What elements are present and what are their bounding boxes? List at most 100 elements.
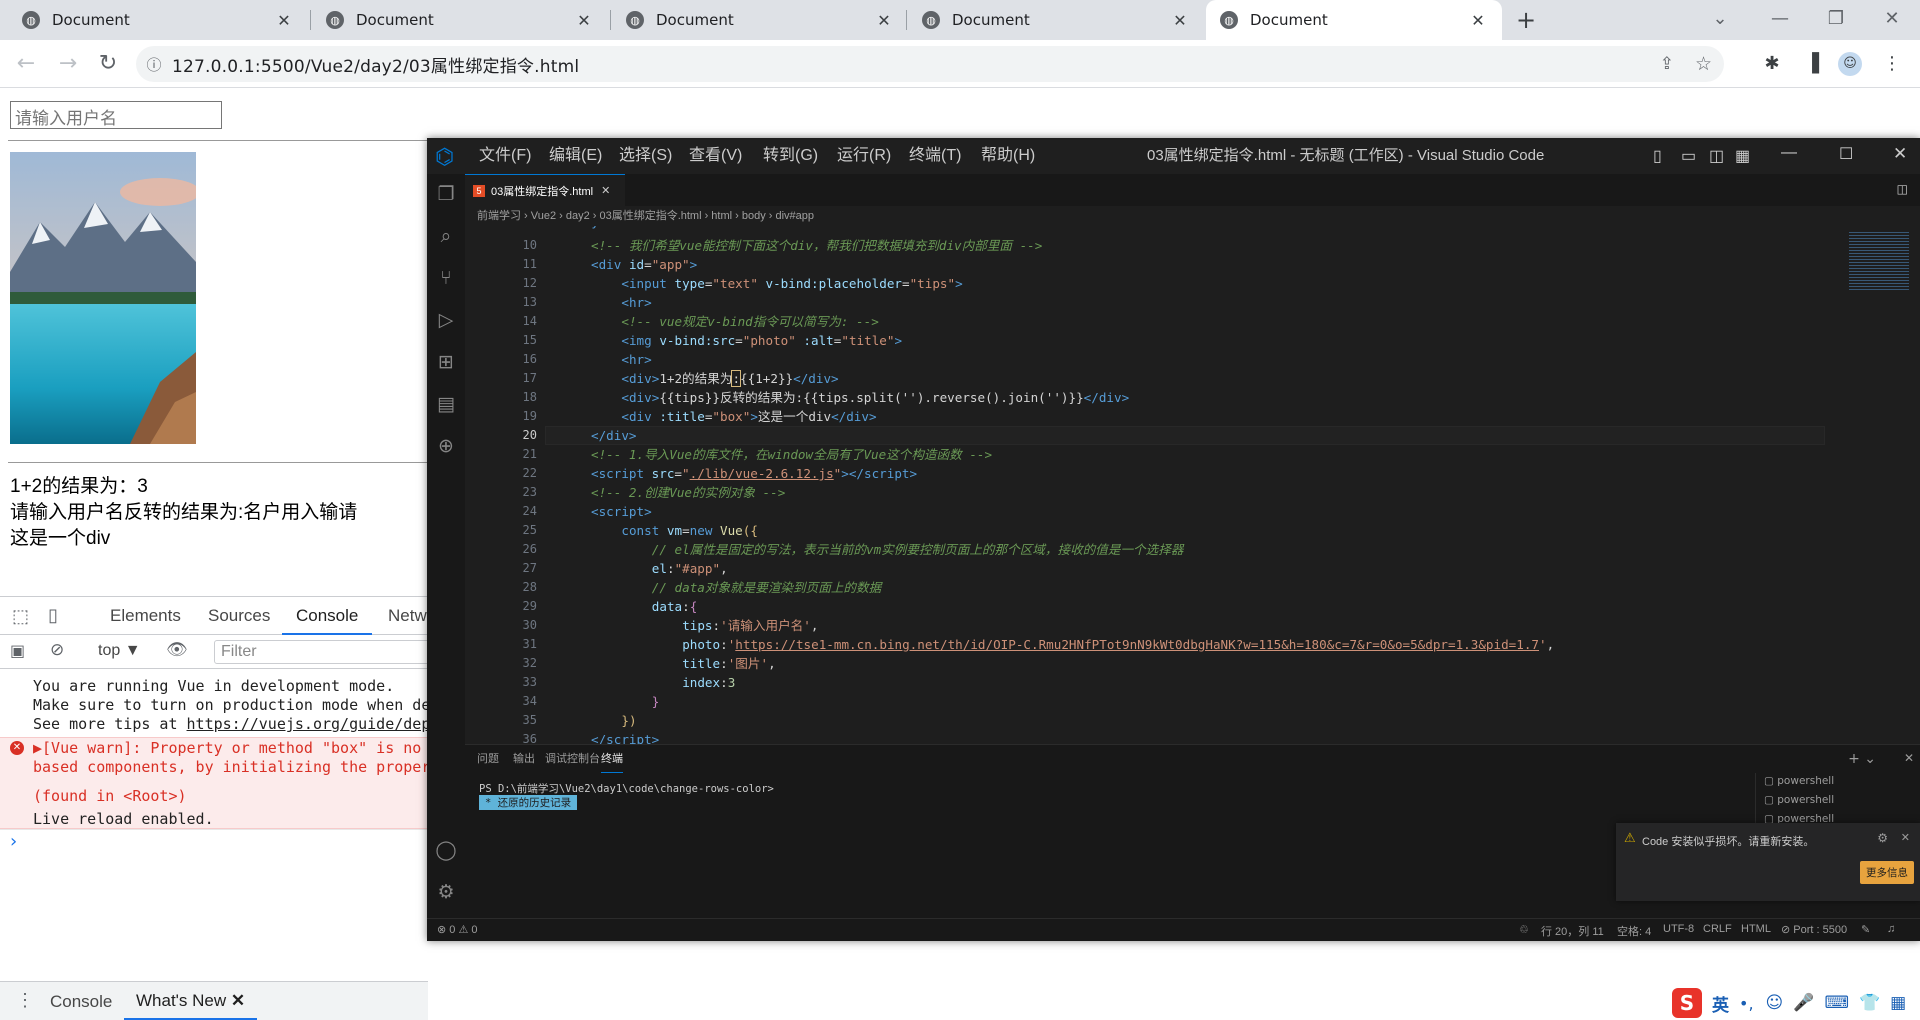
extensions-icon[interactable]: ✱ bbox=[1760, 52, 1784, 76]
close-tab-icon[interactable]: ✕ bbox=[1170, 11, 1190, 30]
code-line[interactable]: <div :title="box">这是一个div</div> bbox=[621, 407, 876, 426]
code-line[interactable]: <script> bbox=[591, 502, 652, 521]
menu-help[interactable]: 帮助(H) bbox=[981, 138, 1035, 174]
browser-tab-5-active[interactable]: ◍ Document ✕ bbox=[1206, 0, 1502, 40]
vs-minimize-button[interactable]: — bbox=[1781, 144, 1797, 162]
source-control-icon[interactable]: ⑂ bbox=[434, 266, 458, 290]
breadcrumb[interactable]: 前端学习 › Vue2 › day2 › 03属性绑定指令.html › htm… bbox=[477, 206, 814, 226]
ime-lang[interactable]: 英 bbox=[1712, 991, 1729, 1016]
code-line[interactable]: <!-- 1.导入Vue的库文件，在window全局有了Vue这个构造函数 --… bbox=[591, 445, 992, 464]
terminal-list-item[interactable]: ▢ powershell bbox=[1764, 775, 1834, 787]
drawer-tab-console[interactable]: Console bbox=[50, 992, 112, 1012]
emoji-icon[interactable]: ☺ bbox=[1766, 993, 1784, 1013]
code-line[interactable]: // data对象就是要渲染到页面上的数据 bbox=[652, 578, 881, 597]
code-line[interactable]: } bbox=[652, 692, 660, 711]
reload-button[interactable]: ↻ bbox=[92, 48, 124, 80]
side-panel-icon[interactable]: ▐ bbox=[1800, 52, 1824, 76]
code-line[interactable]: </script> bbox=[591, 730, 659, 744]
mic-icon[interactable]: 🎤 bbox=[1793, 993, 1814, 1013]
username-input[interactable]: 请输入用户名 bbox=[10, 101, 222, 129]
code-line[interactable]: el:"#app", bbox=[652, 559, 728, 578]
tab-network[interactable]: Netw bbox=[388, 597, 427, 635]
run-debug-icon[interactable]: ▷ bbox=[434, 308, 458, 332]
search-icon[interactable]: ⌕ bbox=[434, 224, 458, 248]
split-editor-icon[interactable]: ◫ bbox=[1897, 182, 1908, 196]
browser-tab-2[interactable]: ◍ Document ✕ bbox=[312, 0, 608, 40]
close-icon[interactable]: ✕ bbox=[231, 991, 245, 1010]
menu-terminal[interactable]: 终端(T) bbox=[909, 138, 961, 174]
code-line[interactable]: <script src="./lib/vue-2.6.12.js"></scri… bbox=[591, 464, 917, 483]
remote-explorer-icon[interactable]: ▤ bbox=[434, 392, 458, 416]
panel-tab-problems[interactable]: 问题 bbox=[477, 745, 499, 773]
clear-console-icon[interactable]: ⊘ bbox=[50, 640, 64, 660]
close-tab-icon[interactable]: ✕ bbox=[601, 184, 610, 197]
drawer-tab-whats-new[interactable]: What's New ✕ bbox=[124, 982, 258, 1020]
menu-file[interactable]: 文件(F) bbox=[479, 138, 531, 174]
bell-icon[interactable]: ♫ bbox=[1887, 923, 1895, 935]
menu-edit[interactable]: 编辑(E) bbox=[549, 138, 602, 174]
inspect-icon[interactable]: ⬚ bbox=[12, 606, 29, 627]
encoding[interactable]: UTF-8 bbox=[1663, 923, 1694, 935]
editor-tab-active[interactable]: 5 03属性绑定指令.html ✕ bbox=[465, 174, 625, 206]
code-line[interactable]: <!-- vue规定v-bind指令可以简写为: --> bbox=[621, 312, 878, 331]
vs-close-button[interactable]: ✕ bbox=[1893, 144, 1907, 164]
account-icon[interactable]: ◯ bbox=[434, 838, 458, 862]
restore-button[interactable]: ❐ bbox=[1806, 0, 1866, 40]
close-tab-icon[interactable]: ✕ bbox=[1468, 11, 1488, 30]
close-window-button[interactable]: ✕ bbox=[1862, 0, 1920, 40]
browser-tab-4[interactable]: ◍ Document ✕ bbox=[908, 0, 1204, 40]
toolbox-icon[interactable]: ▦ bbox=[1890, 993, 1906, 1013]
console-warn-line[interactable]: ▶[Vue warn]: Property or method "box" is… bbox=[0, 739, 428, 758]
more-info-button[interactable]: 更多信息 bbox=[1860, 861, 1914, 884]
menu-icon[interactable]: ⋮ bbox=[1880, 52, 1904, 76]
layout-custom-icon[interactable]: ▦ bbox=[1735, 146, 1750, 166]
console-link[interactable]: https://vuejs.org/guide/dep bbox=[187, 715, 428, 733]
code-line[interactable]: <div>1+2的结果为:{{1+2}}</div> bbox=[621, 369, 839, 388]
layout-sidebar-icon[interactable]: ▯ bbox=[1653, 146, 1662, 166]
code-line[interactable]: <hr> bbox=[621, 293, 651, 312]
panel-tab-debug[interactable]: 调试控制台 bbox=[545, 745, 600, 773]
terminal-list-item[interactable]: ▢ powershell bbox=[1764, 794, 1834, 806]
context-selector[interactable]: top ▼ bbox=[98, 642, 141, 660]
code-line[interactable]: const vm=new Vue({ bbox=[621, 521, 758, 540]
drawer-menu-icon[interactable]: ⋮ bbox=[16, 990, 34, 1011]
console-prompt[interactable]: › bbox=[10, 831, 17, 852]
new-tab-button[interactable]: + bbox=[1510, 4, 1542, 36]
sidebar-toggle-icon[interactable]: ▣ bbox=[10, 641, 25, 660]
extension-view-icon[interactable]: ⊕ bbox=[434, 434, 458, 458]
code-line[interactable]: <hr> bbox=[621, 350, 651, 369]
code-line[interactable]: <div>{{tips}}反转的结果为:{{tips.split('').rev… bbox=[621, 388, 1129, 407]
minimize-button[interactable]: — bbox=[1750, 0, 1810, 40]
panel-close-icon[interactable]: ✕ bbox=[1904, 751, 1914, 765]
indentation[interactable]: 空格: 4 bbox=[1617, 923, 1651, 939]
code-view[interactable]: <body> 10 <!-- 我们希望vue能控制下面这个div，帮我们把数据填充到… bbox=[465, 226, 1825, 744]
code-line[interactable]: <img v-bind:src="photo" :alt="title"> bbox=[621, 331, 902, 350]
new-terminal-icon[interactable]: + ⌄ bbox=[1848, 751, 1876, 767]
menu-run[interactable]: 运行(R) bbox=[837, 138, 891, 174]
code-line[interactable]: data:{ bbox=[652, 597, 698, 616]
feedback-icon[interactable]: ✎ bbox=[1861, 923, 1870, 936]
code-line[interactable]: tips:'请输入用户名', bbox=[682, 616, 818, 635]
extensions-icon[interactable]: ⊞ bbox=[434, 350, 458, 374]
menu-view[interactable]: 查看(V) bbox=[689, 138, 742, 174]
punctuation-icon[interactable]: •, bbox=[1739, 994, 1754, 1013]
language-mode[interactable]: HTML bbox=[1741, 923, 1771, 935]
cursor-position[interactable]: 行 20，列 11 bbox=[1541, 923, 1604, 939]
code-line[interactable]: // el属性是固定的写法，表示当前的vm实例要控制页面上的那个区域，接收的值是… bbox=[652, 540, 1184, 559]
device-toggle-icon[interactable]: ▯ bbox=[48, 605, 58, 626]
close-icon[interactable]: ✕ bbox=[1901, 831, 1910, 844]
live-server-port[interactable]: ⊘ Port : 5500 bbox=[1781, 923, 1847, 936]
site-info-icon[interactable]: ⓘ bbox=[136, 54, 172, 75]
gear-icon[interactable]: ⚙ bbox=[1877, 831, 1888, 845]
address-bar[interactable]: ⓘ 127.0.0.1:5500/Vue2/day2/03属性绑定指令.html… bbox=[136, 46, 1724, 82]
skin-icon[interactable]: 👕 bbox=[1859, 993, 1880, 1013]
code-line[interactable]: <!-- 2.创建Vue的实例对象 --> bbox=[591, 483, 785, 502]
code-line[interactable]: photo:'https://tse1-mm.cn.bing.net/th/id… bbox=[682, 635, 1554, 654]
menu-go[interactable]: 转到(G) bbox=[763, 138, 818, 174]
code-line[interactable]: index:3 bbox=[682, 673, 735, 692]
minimap[interactable] bbox=[1845, 226, 1920, 744]
tab-console[interactable]: Console bbox=[282, 597, 373, 635]
sogou-logo-icon[interactable]: S bbox=[1672, 988, 1702, 1018]
menu-selection[interactable]: 选择(S) bbox=[619, 138, 672, 174]
keyboard-icon[interactable]: ⌨ bbox=[1824, 993, 1849, 1013]
